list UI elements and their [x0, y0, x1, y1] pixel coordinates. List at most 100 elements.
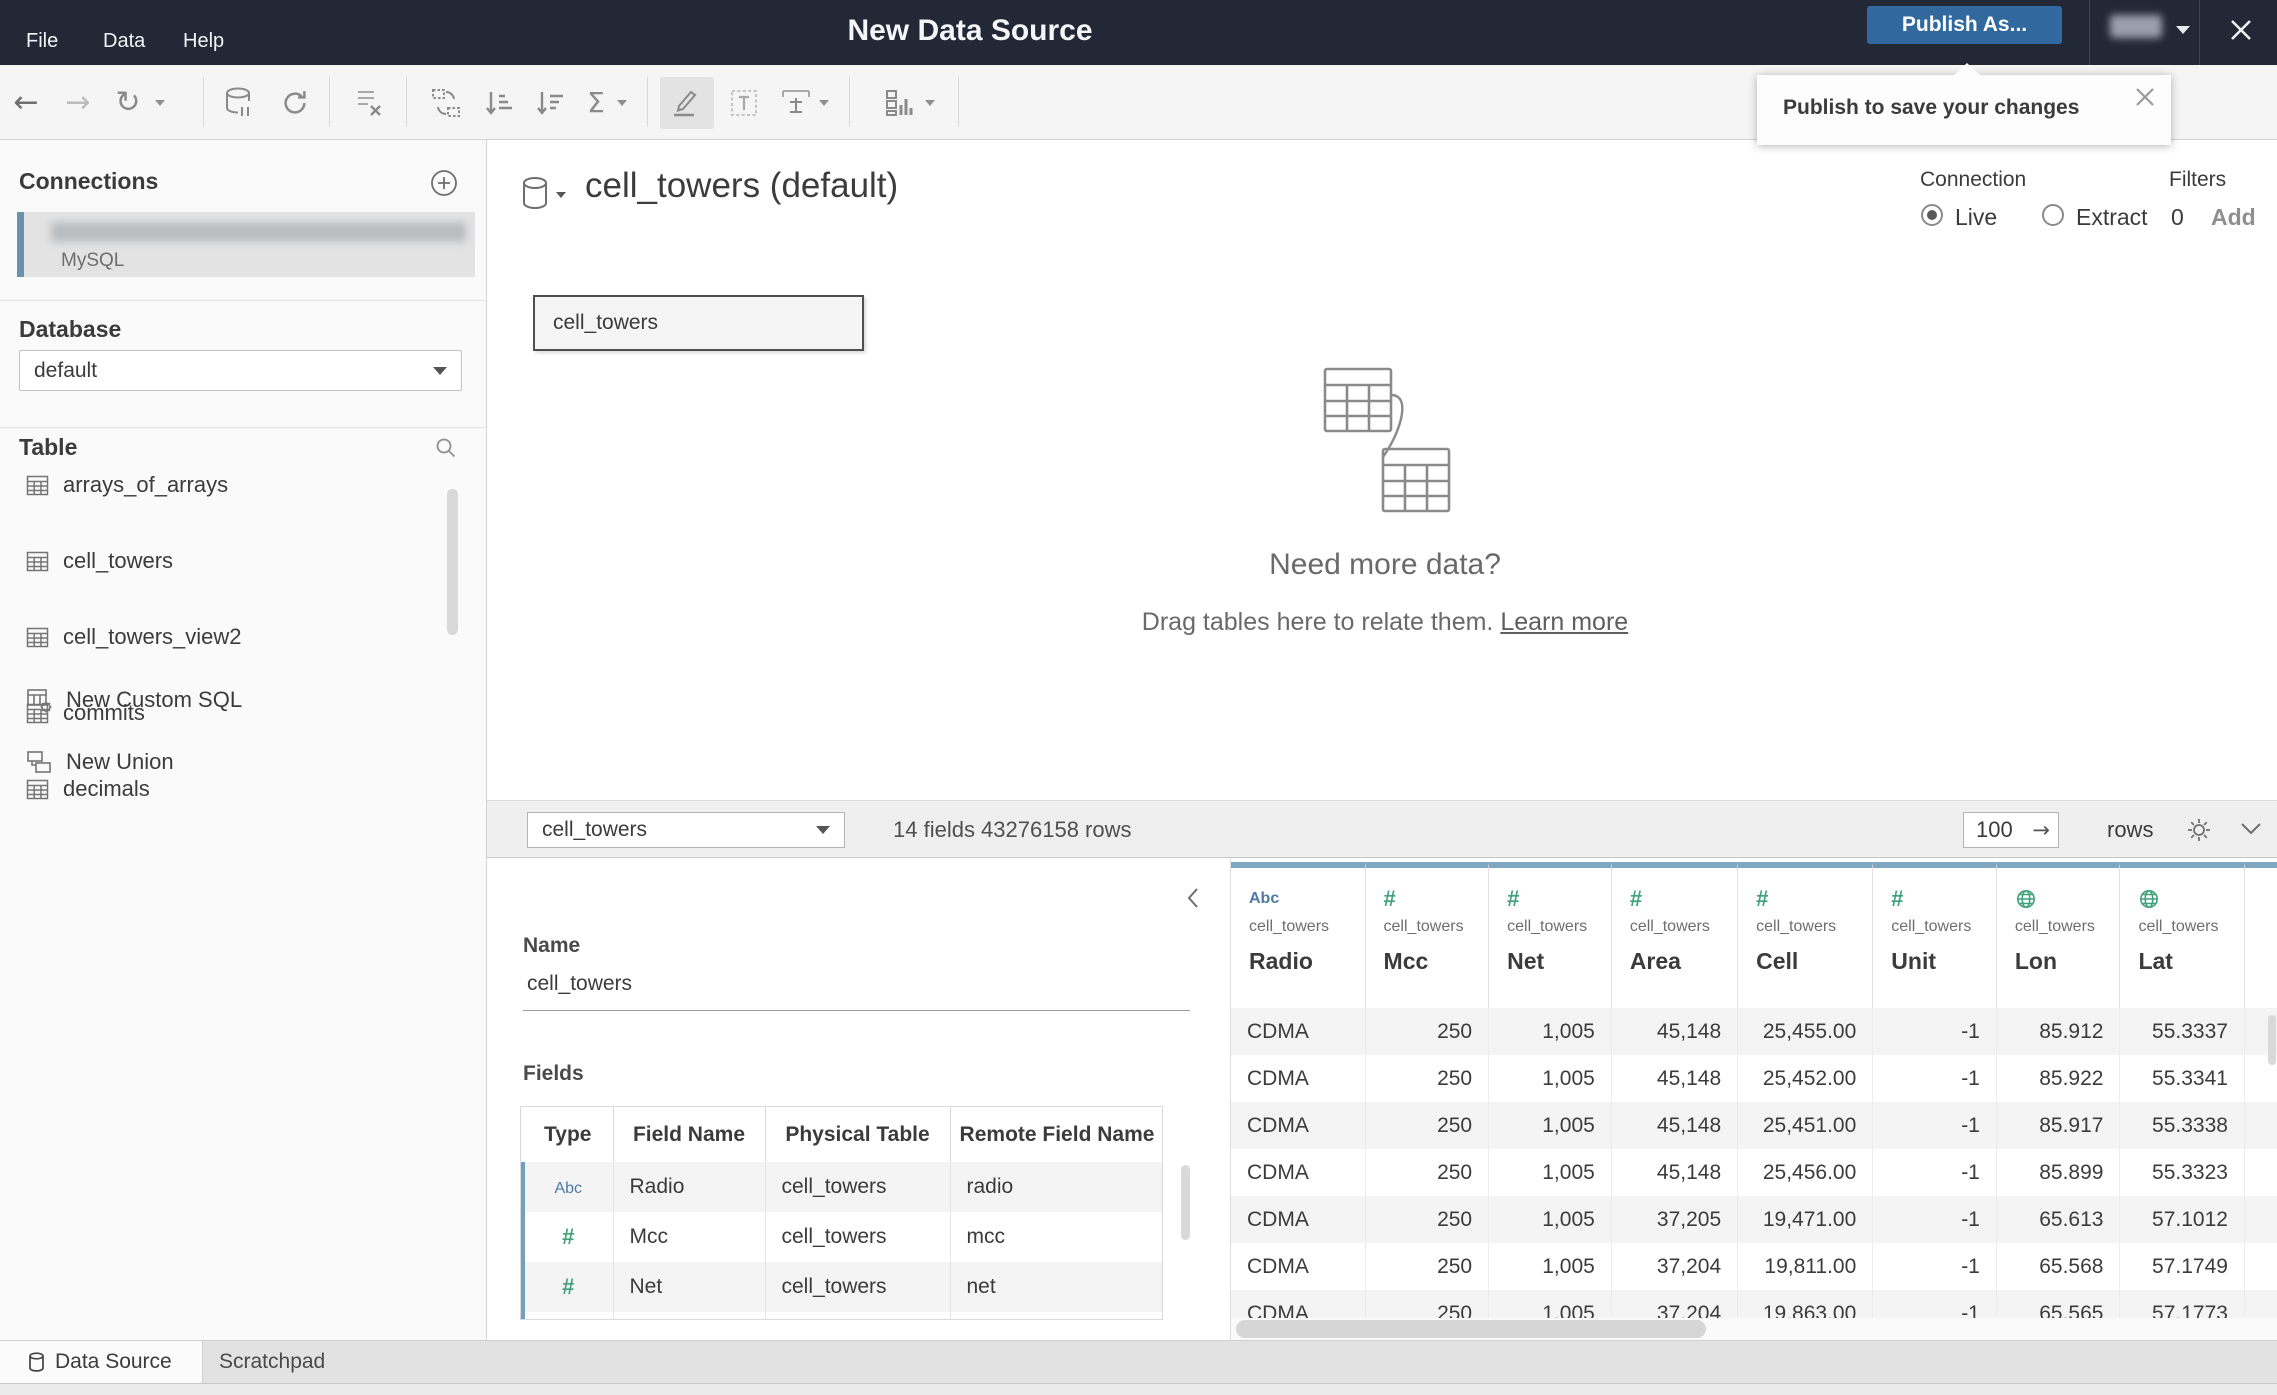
- grid-hscroll-thumb[interactable]: [1236, 1320, 1706, 1338]
- grid-data-row[interactable]: CDMA 250 1,005 45,148 25,455.00 -1 85.912 55.33…: [1231, 1008, 2277, 1055]
- datasource-caret-icon[interactable]: [556, 192, 566, 198]
- grid-column-name: Mcc: [1383, 948, 1429, 974]
- datasource-icon[interactable]: [520, 176, 550, 212]
- extract-radio[interactable]: [2042, 204, 2064, 226]
- sort-descending-icon[interactable]: [528, 65, 572, 140]
- grid-data-row[interactable]: CDMA 250 1,005 45,148 25,451.00 -1 85.917 55.33…: [1231, 1102, 2277, 1149]
- window-close-icon[interactable]: [2228, 17, 2254, 43]
- redo-icon[interactable]: →: [58, 65, 98, 140]
- user-account-chip[interactable]: [2110, 15, 2162, 38]
- grid-vertical-scrollbar[interactable]: [2268, 1015, 2276, 1065]
- field-row[interactable]: # Mcc cell_towers mcc: [521, 1212, 1162, 1262]
- new-union-button[interactable]: New Union: [0, 742, 450, 782]
- grid-collapse-chevron-icon[interactable]: [2239, 821, 2263, 837]
- filters-label: Filters: [2169, 168, 2227, 191]
- name-value[interactable]: cell_towers: [527, 972, 632, 996]
- row-limit-input[interactable]: 100 →: [1963, 812, 2059, 848]
- show-hide-cards-icon[interactable]: [878, 65, 922, 140]
- table-item-label: arrays_of_arrays: [63, 472, 229, 497]
- learn-more-link[interactable]: Learn more: [1500, 608, 1628, 636]
- grid-column-header[interactable]: cell_towers Lon: [1996, 862, 2121, 1008]
- sidebar-table-item[interactable]: cell_towers: [0, 542, 450, 580]
- replay-caret-icon[interactable]: [152, 65, 168, 140]
- database-select[interactable]: default: [19, 350, 462, 391]
- grid-data-row[interactable]: CDMA 250 1,005 45,148 25,456.00 -1 85.899 55.33…: [1231, 1149, 2277, 1196]
- replay-icon[interactable]: ↻: [108, 65, 148, 140]
- menu-file[interactable]: File: [26, 30, 58, 53]
- row-limit-value: 100: [1976, 817, 2013, 842]
- undo-icon[interactable]: ←: [6, 65, 46, 140]
- grid-cell: 19,863.00: [1738, 1290, 1874, 1318]
- tooltip-close-icon[interactable]: [2133, 85, 2157, 109]
- sidebar-table-item[interactable]: cell_towers_view2: [0, 618, 450, 656]
- field-name-cell: Net: [613, 1262, 766, 1312]
- cards-caret-icon[interactable]: [922, 65, 938, 140]
- sidebar-table-item[interactable]: arrays_of_arrays: [0, 466, 450, 504]
- grid-cell: CDMA: [1231, 1008, 1366, 1055]
- grid-column-header[interactable]: # cell_towers Area: [1611, 862, 1739, 1008]
- fields-label: Fields: [523, 1062, 584, 1085]
- new-custom-sql-button[interactable]: New Custom SQL: [0, 680, 450, 720]
- window-titlebar: File Data Help New Data Source Publish A…: [0, 0, 2277, 65]
- grid-data-row[interactable]: CDMA 250 1,005 37,204 19,811.00 -1 65.568 57.17…: [1231, 1243, 2277, 1290]
- field-row[interactable]: Abc Radio cell_towers radio: [521, 1162, 1162, 1212]
- publish-as-button[interactable]: Publish As...: [1867, 6, 2062, 44]
- logical-table-node[interactable]: cell_towers: [533, 295, 864, 351]
- grid-table-select[interactable]: cell_towers: [527, 812, 845, 848]
- user-menu-caret-icon[interactable]: [2176, 26, 2190, 34]
- grid-cell: 57.1749: [2120, 1243, 2245, 1290]
- tab-scratchpad[interactable]: Scratchpad: [219, 1341, 325, 1383]
- type-globe-icon: [2015, 888, 2037, 910]
- swap-rows-columns-icon[interactable]: [424, 65, 468, 140]
- grid-cell: 250: [1365, 1196, 1490, 1243]
- name-input-underline: [523, 1010, 1190, 1011]
- sort-ascending-icon[interactable]: [477, 65, 521, 140]
- grid-column-header[interactable]: # cell_towers Mcc: [1365, 862, 1490, 1008]
- grid-column-header[interactable]: # cell_towers Unit: [1873, 862, 1997, 1008]
- field-remote-name-cell: mcc: [950, 1212, 1162, 1262]
- table-list-scrollbar[interactable]: [447, 489, 458, 635]
- collapse-panel-icon[interactable]: [1185, 886, 1201, 910]
- grid-settings-gear-icon[interactable]: [2185, 816, 2213, 844]
- grid-data-row[interactable]: CDMA 250 1,005 37,204 19,863.00 -1 65.565 57.17…: [1231, 1290, 2277, 1318]
- grid-column-header[interactable]: # cell_towers Net: [1489, 862, 1612, 1008]
- menu-data[interactable]: Data: [103, 30, 145, 53]
- text-label-icon[interactable]: [722, 65, 766, 140]
- grid-horizontal-scrollbar[interactable]: [1231, 1318, 2277, 1340]
- refresh-icon[interactable]: [275, 65, 315, 140]
- datasource-cylinder-icon[interactable]: [218, 65, 258, 140]
- titlebar-divider: [2089, 0, 2090, 65]
- grid-column-header[interactable]: cell_towers Lat: [2120, 862, 2245, 1008]
- highlight-pen-icon[interactable]: [662, 65, 706, 140]
- table-search-icon[interactable]: [434, 436, 458, 460]
- status-strip: [0, 1383, 2277, 1395]
- grid-column-header[interactable]: Abc cell_towers Radio: [1231, 862, 1366, 1008]
- tab-data-source[interactable]: Data Source: [0, 1341, 203, 1383]
- apply-rows-arrow-icon[interactable]: →: [2032, 813, 2050, 847]
- filters-add-button[interactable]: Add: [2211, 204, 2256, 231]
- data-source-cylinder-icon: [28, 1351, 45, 1373]
- field-remote-name-cell: radio: [950, 1162, 1162, 1212]
- add-connection-icon[interactable]: [430, 169, 458, 197]
- field-physical-table-cell: cell_towers: [765, 1162, 951, 1212]
- fields-table-scrollbar[interactable]: [1181, 1165, 1190, 1240]
- grid-column-table: cell_towers: [2014, 918, 2095, 935]
- grid-data-row[interactable]: CDMA 250 1,005 45,148 25,452.00 -1 85.922 55.33…: [1231, 1055, 2277, 1102]
- menu-help[interactable]: Help: [183, 30, 224, 53]
- grid-data-row[interactable]: CDMA 250 1,005 37,205 19,471.00 -1 65.613 57.10…: [1231, 1196, 2277, 1243]
- live-radio[interactable]: [1921, 204, 1943, 226]
- totals-sigma-icon[interactable]: Σ: [578, 65, 614, 140]
- connection-item[interactable]: MySQL: [17, 212, 475, 277]
- totals-caret-icon[interactable]: [614, 65, 630, 140]
- clear-sheet-icon[interactable]: [347, 65, 391, 140]
- datasource-title[interactable]: cell_towers (default): [585, 166, 898, 206]
- grid-column-header[interactable]: # cell_towers Cell: [1738, 862, 1874, 1008]
- grid-cell: 37,204: [1611, 1243, 1739, 1290]
- fields-table: Type Field Name Physical Table Remote Fi…: [520, 1106, 1163, 1320]
- fit-caret-icon[interactable]: [816, 65, 832, 140]
- custom-sql-icon: [26, 687, 52, 713]
- field-row[interactable]: # Net cell_towers net: [521, 1262, 1162, 1312]
- grid-cell: 57.1012: [2120, 1196, 2245, 1243]
- grid-cell: 1,005: [1489, 1196, 1612, 1243]
- fit-selector-icon[interactable]: [774, 65, 818, 140]
